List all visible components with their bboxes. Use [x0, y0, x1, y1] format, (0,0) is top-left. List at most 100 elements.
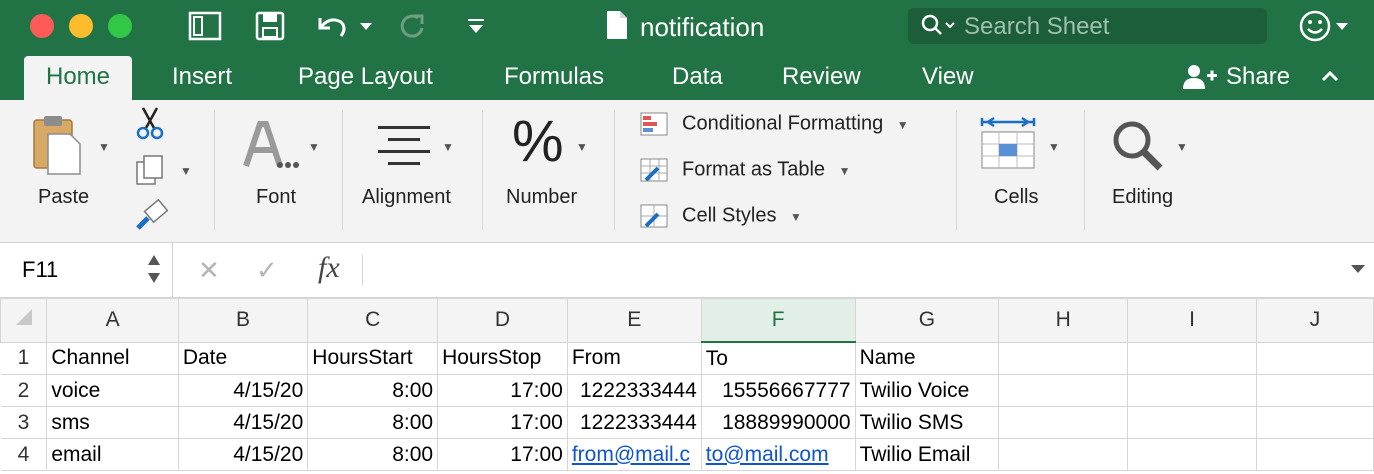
cell-h1[interactable]	[998, 341, 1129, 375]
cell-b1[interactable]: Date	[177, 341, 309, 375]
paste-button[interactable]	[30, 114, 86, 183]
name-box-stepper-icon[interactable]	[146, 249, 162, 289]
cell-i4[interactable]	[1127, 438, 1257, 471]
column-header-e[interactable]: E	[566, 298, 702, 343]
cell-a3[interactable]: sms	[46, 406, 179, 439]
expand-formula-bar-icon[interactable]	[1350, 263, 1366, 275]
cell-h2[interactable]	[998, 374, 1129, 407]
cell-a4[interactable]: email	[46, 438, 179, 471]
cell-b4[interactable]: 4/15/20	[177, 438, 309, 471]
zoom-window-button[interactable]	[108, 14, 132, 38]
cell-g4[interactable]: Twilio Email	[854, 438, 1000, 471]
column-header-d[interactable]: D	[437, 298, 568, 343]
column-header-g[interactable]: G	[854, 298, 1000, 343]
cell-h3[interactable]	[998, 406, 1129, 439]
tab-page-layout[interactable]: Page Layout	[298, 62, 433, 92]
close-window-button[interactable]	[30, 14, 54, 38]
percent-icon[interactable]: %	[512, 110, 564, 174]
cell-g3[interactable]: Twilio SMS	[854, 406, 1000, 439]
column-header-a[interactable]: A	[46, 298, 179, 343]
magnifier-icon[interactable]	[1110, 118, 1166, 179]
cell-j3[interactable]	[1255, 406, 1374, 439]
alignment-icon[interactable]	[376, 124, 432, 173]
editing-dropdown-icon[interactable]: ▼	[1176, 140, 1188, 154]
cell-j1[interactable]	[1255, 341, 1374, 375]
cell-b2[interactable]: 4/15/20	[177, 374, 309, 407]
cell-h4[interactable]	[998, 438, 1129, 471]
cell-c4[interactable]: 8:00	[307, 438, 439, 471]
customize-toolbar-icon[interactable]	[466, 10, 486, 49]
tab-review[interactable]: Review	[782, 62, 861, 92]
cell-j4[interactable]	[1255, 438, 1374, 471]
ribbon-separator	[482, 110, 483, 230]
cell-i2[interactable]	[1127, 374, 1257, 407]
copy-dropdown-icon[interactable]: ▼	[180, 164, 192, 178]
select-all-corner[interactable]	[0, 298, 48, 343]
cells-icon[interactable]	[978, 114, 1040, 177]
smiley-feedback-icon[interactable]	[1298, 9, 1354, 48]
confirm-entry-icon[interactable]: ✓	[256, 255, 278, 286]
format-as-table-button[interactable]: Format as Table ▼	[640, 158, 850, 182]
cell-i1[interactable]	[1127, 341, 1257, 375]
cell-a2[interactable]: voice	[46, 374, 179, 407]
alignment-label: Alignment	[362, 186, 451, 208]
font-dropdown-icon[interactable]: ▼	[308, 140, 320, 154]
search-sheet-input[interactable]: Search Sheet	[908, 8, 1267, 44]
cell-f4[interactable]: to@mail.com	[700, 438, 856, 471]
row-header-1[interactable]: 1	[0, 341, 48, 375]
tab-formulas[interactable]: Formulas	[504, 62, 604, 92]
number-dropdown-icon[interactable]: ▼	[576, 140, 588, 154]
save-icon[interactable]	[255, 10, 285, 49]
cell-j2[interactable]	[1255, 374, 1374, 407]
column-header-j[interactable]: J	[1255, 298, 1374, 343]
cell-c2[interactable]: 8:00	[307, 374, 439, 407]
cell-a1[interactable]: Channel	[46, 341, 179, 375]
cell-c3[interactable]: 8:00	[307, 406, 439, 439]
column-header-i[interactable]: I	[1127, 298, 1257, 343]
cell-c1[interactable]: HoursStart	[307, 341, 439, 375]
row-header-2[interactable]: 2	[0, 374, 48, 407]
tab-insert[interactable]: Insert	[172, 62, 232, 92]
cell-d4[interactable]: 17:00	[437, 438, 568, 471]
paste-dropdown-icon[interactable]: ▼	[98, 140, 110, 154]
cells-dropdown-icon[interactable]: ▼	[1048, 140, 1060, 154]
tab-home[interactable]: Home	[24, 56, 133, 100]
sidebar-toggle-icon[interactable]	[188, 10, 222, 49]
format-painter-icon[interactable]	[134, 198, 169, 237]
minimize-window-button[interactable]	[69, 14, 93, 38]
undo-icon[interactable]	[314, 10, 374, 49]
cell-styles-button[interactable]: Cell Styles ▼	[640, 204, 802, 228]
cell-f2[interactable]: 15556667777	[700, 374, 856, 407]
cell-d1[interactable]: HoursStop	[437, 341, 568, 375]
cell-f3[interactable]: 18889990000	[700, 406, 856, 439]
row-header-3[interactable]: 3	[0, 406, 48, 439]
column-header-c[interactable]: C	[307, 298, 439, 343]
cell-f1[interactable]: To	[700, 341, 856, 375]
insert-function-button[interactable]: fx	[318, 251, 340, 285]
cut-icon[interactable]	[134, 106, 166, 145]
collapse-ribbon-icon[interactable]	[1320, 66, 1340, 91]
cell-e1[interactable]: From	[566, 341, 702, 375]
cell-e4[interactable]: from@mail.c	[566, 438, 702, 471]
cells-label: Cells	[994, 186, 1039, 208]
conditional-formatting-button[interactable]: Conditional Formatting ▼	[640, 112, 909, 136]
column-header-f[interactable]: F	[700, 298, 856, 343]
tab-view[interactable]: View	[922, 62, 974, 92]
column-header-h[interactable]: H	[998, 298, 1129, 343]
font-icon[interactable]	[242, 118, 302, 179]
tab-data[interactable]: Data	[672, 62, 723, 92]
cell-b3[interactable]: 4/15/20	[177, 406, 309, 439]
alignment-dropdown-icon[interactable]: ▼	[442, 140, 454, 154]
cell-e2[interactable]: 1222333444	[566, 374, 702, 407]
cell-d2[interactable]: 17:00	[437, 374, 568, 407]
name-box[interactable]: F11	[0, 243, 173, 297]
cell-g1[interactable]: Name	[854, 341, 1000, 375]
copy-icon[interactable]	[134, 154, 166, 191]
row-header-4[interactable]: 4	[0, 438, 48, 471]
cell-i3[interactable]	[1127, 406, 1257, 439]
cell-d3[interactable]: 17:00	[437, 406, 568, 439]
column-header-b[interactable]: B	[177, 298, 309, 343]
cancel-entry-icon[interactable]: ✕	[198, 255, 220, 286]
cell-g2[interactable]: Twilio Voice	[854, 374, 1000, 407]
cell-e3[interactable]: 1222333444	[566, 406, 702, 439]
